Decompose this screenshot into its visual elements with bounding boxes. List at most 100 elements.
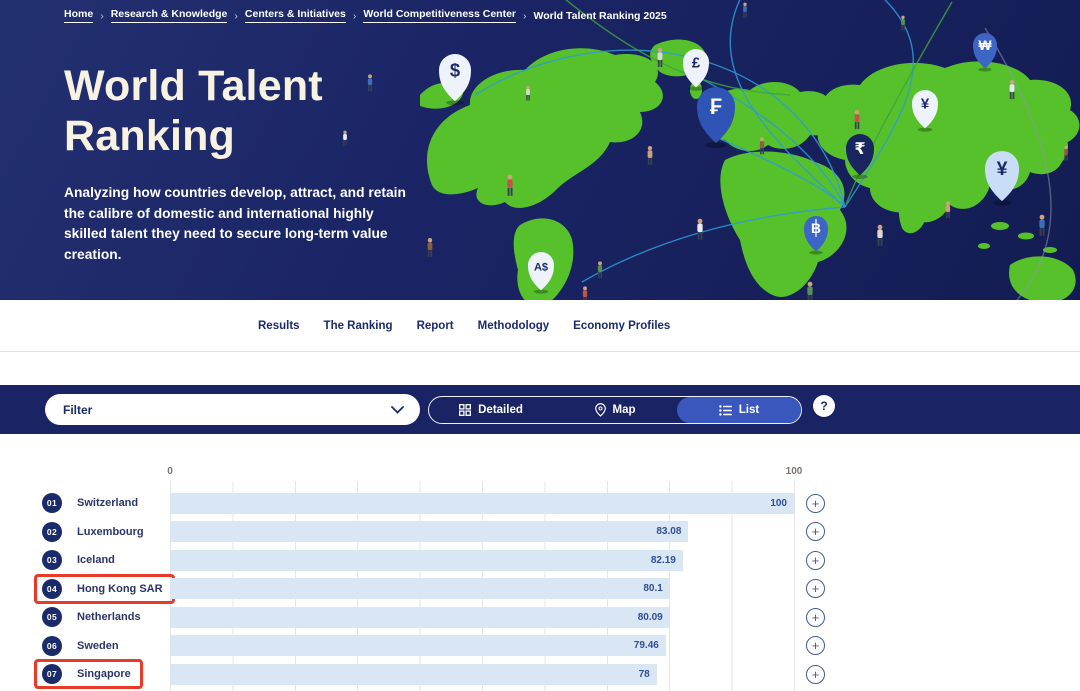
page-description: Analyzing how countries develop, attract… [64,183,414,266]
breadcrumb-separator: › [234,10,238,22]
breadcrumb-separator: › [100,10,104,22]
expand-row-button plus-icon[interactable]: + [806,522,825,541]
person-figure [877,225,882,246]
person-figure [946,201,950,218]
view-map-button[interactable]: Map [553,397,677,423]
score-value: 82.19 [651,555,683,566]
score-bar: 79.46 [170,635,666,656]
table-row: 01 Switzerland 100 + [0,489,1080,518]
page-title: World Talent Ranking [64,62,384,162]
view-list-label: List [739,404,759,416]
tab-report[interactable]: Report [417,320,454,332]
table-row: 03 Iceland 82.19 + [0,546,1080,575]
score-value: 100 [770,498,794,509]
person-figure [598,261,602,278]
map-continents [420,39,1079,300]
row-label-group: 02 Luxembourg [34,517,156,547]
person-figure [807,282,812,300]
score-bar: 78 [170,664,657,685]
filter-toolbar: Filter Detailed Map [0,385,1080,434]
table-row: 06 Sweden 79.46 + [0,632,1080,661]
help-button[interactable]: ? [813,395,835,417]
expand-row-button plus-icon[interactable]: + [806,636,825,655]
table-row: 05 Netherlands 80.09 + [0,603,1080,632]
person-figure [743,3,747,18]
person-figure [428,238,433,257]
expand-row-button plus-icon[interactable]: + [806,494,825,513]
svg-text:A$: A$ [534,261,548,273]
table-row: 04 Hong Kong SAR 80.1 + [0,575,1080,604]
table-row: 07Singapore78+ [0,660,1080,689]
person-figure [648,146,653,165]
breadcrumb-item[interactable]: Centers & Initiatives [245,8,346,23]
tab-results[interactable]: Results [258,320,300,332]
person-figure [901,16,905,31]
rank-badge: 01 [42,493,62,513]
view-list-button[interactable]: List [677,397,801,423]
svg-text:₩: ₩ [978,38,992,53]
row-label-group: 03 Iceland [34,545,127,575]
score-value: 78 [639,669,657,680]
country-label: Hong Kong SAR [77,583,163,595]
svg-text:₹: ₹ [854,140,865,158]
rank-badge: 03 [42,550,62,570]
rank-badge: 05 [42,607,62,627]
person-figure [697,219,702,240]
map-pin-icon [595,403,606,417]
country-label: Luxembourg [77,526,144,538]
breadcrumb: Home › Research & Knowledge › Centers & Init… [64,8,667,23]
score-bar: 82.19 [170,550,683,571]
score-value: 79.46 [634,640,666,651]
view-detailed-label: Detailed [478,404,523,416]
row-label-group: 01 Switzerland [34,488,150,518]
breadcrumb-item[interactable]: World Competitiveness Center [363,8,516,23]
breadcrumb-separator: › [523,10,527,22]
score-bar: 100 [170,493,794,514]
person-figure [1064,146,1068,161]
filter-dropdown[interactable]: Filter [45,394,420,425]
rank-badge: 06 [42,636,62,656]
breadcrumb-item[interactable]: Research & Knowledge [111,8,228,23]
score-value: 80.1 [643,583,669,594]
row-label-group: 05 Netherlands [34,602,153,632]
view-detailed-button[interactable]: Detailed [429,397,553,423]
score-value: 80.09 [638,612,670,623]
svg-text:₣: ₣ [710,94,722,119]
highlight-annotation-box: 04 Hong Kong SAR [34,574,175,604]
country-label: Iceland [77,554,115,566]
expand-row-button plus-icon[interactable]: + [806,551,825,570]
svg-text:¥: ¥ [997,158,1008,180]
person-figure [583,286,587,300]
row-label-group: 06 Sweden [34,631,131,661]
filter-label: Filter [63,403,92,417]
axis-tick-min: 0 [167,466,173,477]
score-bar: 83.08 [170,521,688,542]
svg-text:¥: ¥ [921,95,930,112]
rank-badge: 04 [42,579,62,599]
section-tabs: Results The Ranking Report Methodology Econo… [0,300,1080,352]
breadcrumb-item[interactable]: Home [64,8,93,23]
rank-badge: 02 [42,522,62,542]
tab-economy-profiles[interactable]: Economy Profiles [573,320,670,332]
country-label: Switzerland [77,497,138,509]
country-label: Netherlands [77,611,141,623]
ranking-chart: 0 100 01 Switzerland 100 +02 Luxembourg 83.08… [0,434,1080,691]
tab-the-ranking[interactable]: The Ranking [324,320,393,332]
score-bar: 80.09 [170,607,670,628]
breadcrumb-separator: › [353,10,357,22]
svg-text:£: £ [692,54,701,71]
person-figure [1039,215,1044,236]
yuan-pin-icon: ¥ [985,151,1019,206]
axis-tick-max: 100 [786,466,803,477]
country-label: Sweden [77,640,119,652]
breadcrumb-item: World Talent Ranking 2025 [534,10,667,22]
svg-text:$: $ [450,60,460,81]
tab-methodology[interactable]: Methodology [478,320,550,332]
expand-row-button plus-icon[interactable]: + [806,665,825,684]
expand-row-button plus-icon[interactable]: + [806,608,825,627]
expand-row-button plus-icon[interactable]: + [806,579,825,598]
list-icon [719,405,732,416]
score-value: 83.08 [656,526,688,537]
pound-pin-icon: £ [683,49,709,91]
hero-banner: $£₣₩¥₹¥BA$ Home›Research & Knowledge›Cen… [0,0,1080,300]
